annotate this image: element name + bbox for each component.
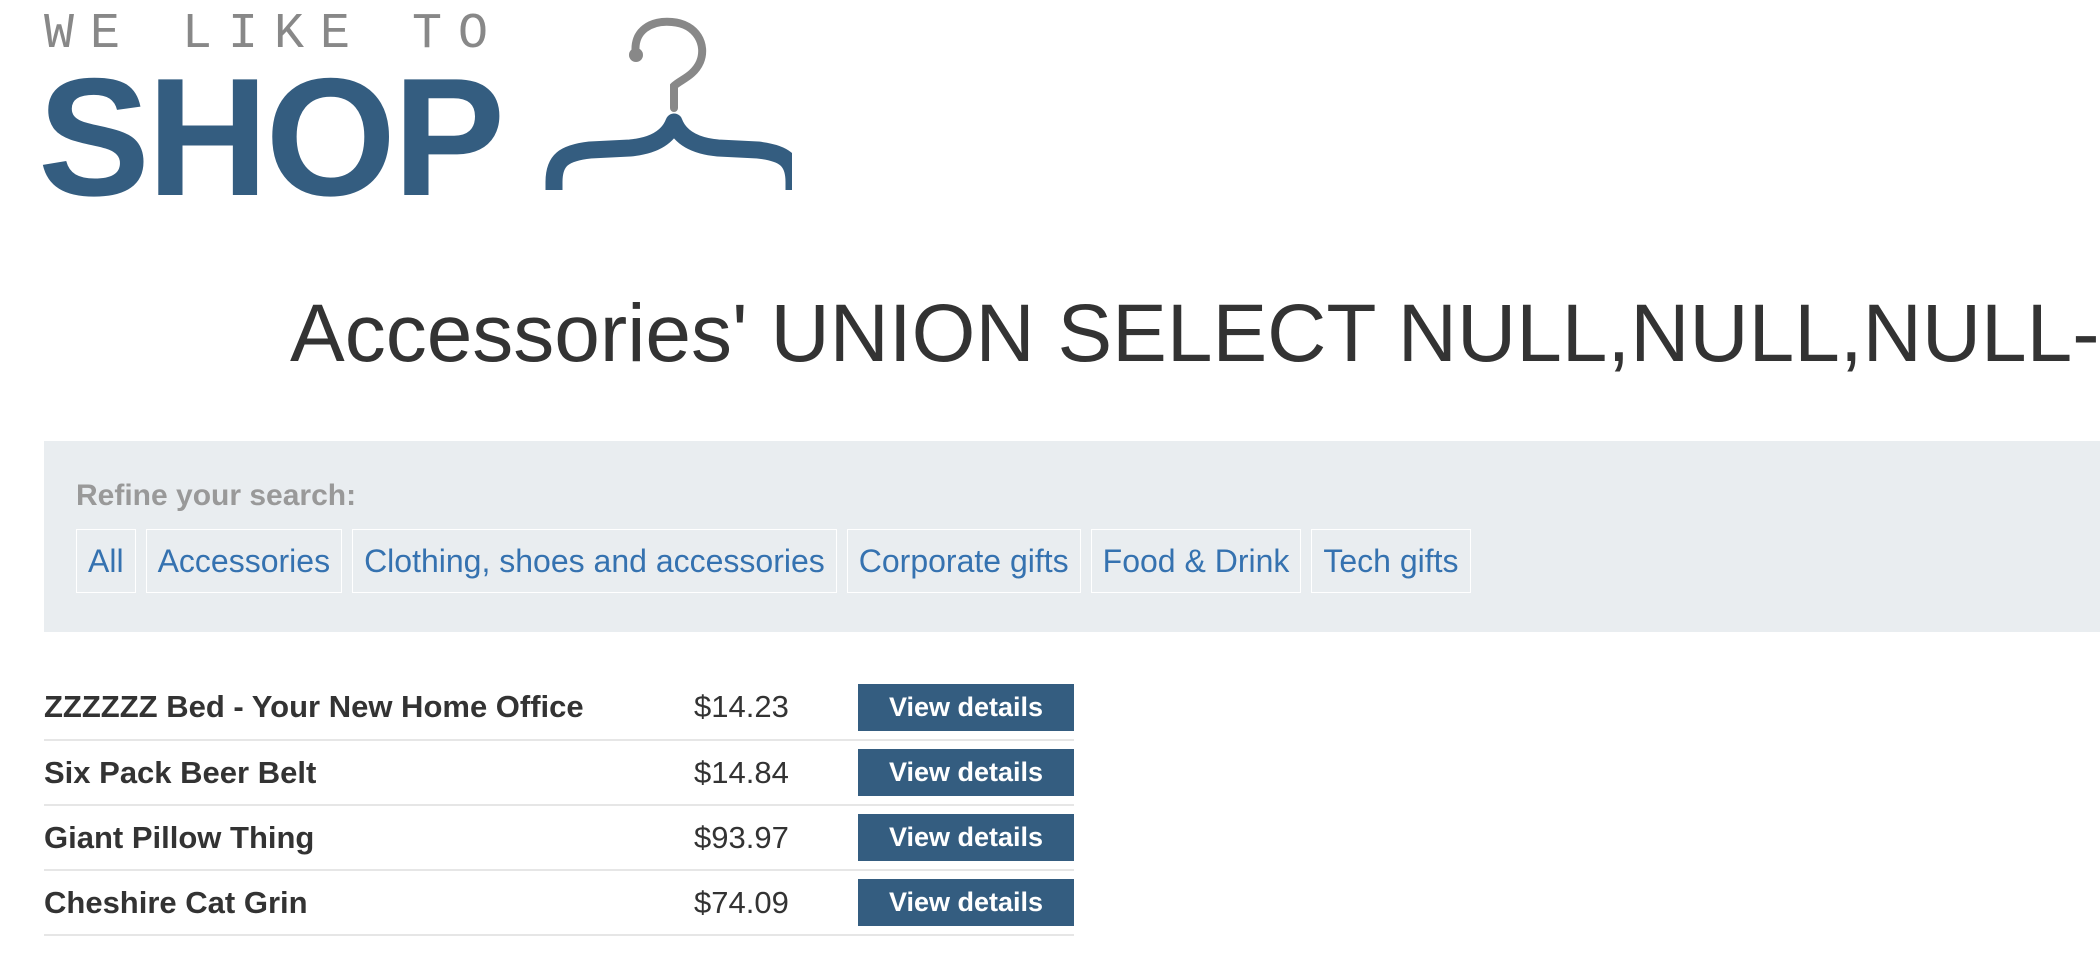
product-row: ZZZZZZ Bed - Your New Home Office $14.23… xyxy=(44,675,1074,740)
logo-word: SHOP xyxy=(38,43,505,231)
filter-clothing-shoes-accessories[interactable]: Clothing, shoes and accessories xyxy=(352,529,837,593)
page: WE LIKE TO SHOP Accessories' UNION SELEC… xyxy=(0,0,2100,956)
filter-accessories[interactable]: Accessories xyxy=(145,529,343,593)
refine-search-label: Refine your search: xyxy=(76,479,357,512)
product-price: $14.23 xyxy=(694,689,789,724)
product-row: Six Pack Beer Belt $14.84 View details xyxy=(44,740,1074,805)
page-title: Accessories' UNION SELECT NULL,NULL,NULL… xyxy=(290,288,2100,379)
product-price: $14.84 xyxy=(694,754,789,790)
view-details-button[interactable]: View details xyxy=(858,879,1074,926)
product-name: Giant Pillow Thing xyxy=(44,819,315,855)
product-action-cell: View details xyxy=(807,740,1074,805)
filter-tech-gifts[interactable]: Tech gifts xyxy=(1311,529,1471,593)
product-action-cell: View details xyxy=(807,675,1074,740)
product-action-cell: View details xyxy=(807,805,1074,870)
view-details-button[interactable]: View details xyxy=(858,683,1074,731)
product-name: Cheshire Cat Grin xyxy=(44,884,308,920)
product-name: Six Pack Beer Belt xyxy=(44,754,317,790)
view-details-button[interactable]: View details xyxy=(858,749,1074,796)
filter-food-drink[interactable]: Food & Drink xyxy=(1090,529,1302,593)
filter-corporate-gifts[interactable]: Corporate gifts xyxy=(846,529,1081,593)
hanger-icon xyxy=(545,17,792,191)
filter-all[interactable]: All xyxy=(76,529,136,593)
product-row: Cheshire Cat Grin $74.09 View details xyxy=(44,870,1074,935)
product-row: Giant Pillow Thing $93.97 View details xyxy=(44,805,1074,870)
product-table: ZZZZZZ Bed - Your New Home Office $14.23… xyxy=(44,675,1074,936)
refine-search-panel: Refine your search: All Accessories Clot… xyxy=(44,441,2100,632)
view-details-button[interactable]: View details xyxy=(858,814,1074,861)
product-price: $74.09 xyxy=(694,884,789,920)
category-filter-list: All Accessories Clothing, shoes and acce… xyxy=(76,529,1471,593)
product-name: ZZZZZZ Bed - Your New Home Office xyxy=(44,689,584,724)
site-logo[interactable]: WE LIKE TO SHOP xyxy=(38,10,792,221)
product-action-cell: View details xyxy=(807,870,1074,935)
product-price: $93.97 xyxy=(694,819,789,855)
